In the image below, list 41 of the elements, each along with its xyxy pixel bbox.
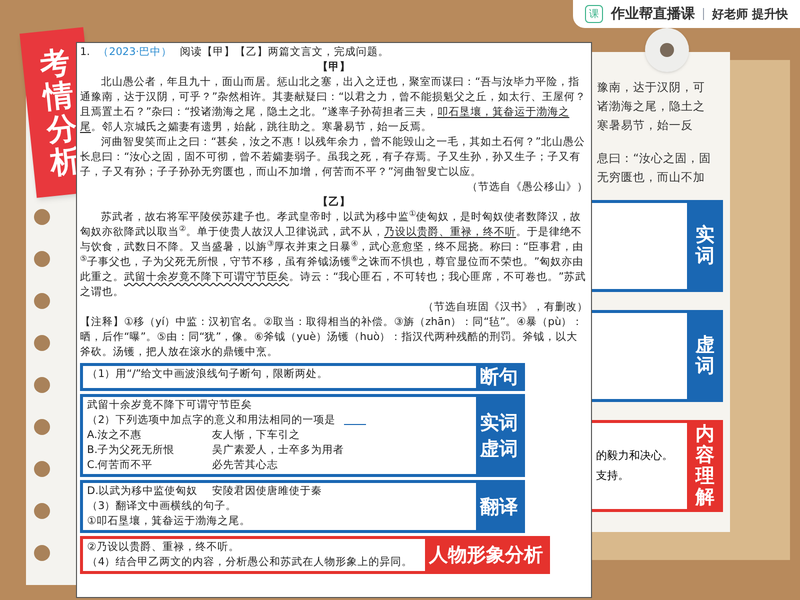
option-text: B.子为父死无所恨 (87, 443, 176, 458)
topic-tag: 实词 (687, 200, 723, 292)
slogan: 好老师 提升快 (712, 6, 788, 23)
question-line: （1）用“/”给文中画波浪线句子断句，限断两处。 (87, 367, 328, 382)
citation: （节选自班固《汉书》，有删改） (423, 300, 588, 315)
option-text: 友人惭，下车引之 (212, 428, 300, 443)
question-line: （4）结合甲乙两文的内容，分析愚公和苏武在人物形象上的异同。 (87, 555, 413, 570)
logo-mark: 课 (584, 5, 603, 23)
text-line: 的毅力和决心。 (596, 448, 674, 464)
topic-tag: 虚词 (687, 310, 723, 402)
text-line: 息曰：“汝心之固，固 (597, 150, 712, 167)
topic-tag: 实词 虚词 (476, 397, 522, 474)
passage-heading: 【乙】 (318, 195, 350, 210)
text-line: 支持。 (596, 468, 630, 484)
citation: （节选自《愚公移山》） (467, 180, 588, 195)
text-line: 寒暑易节，始一反 (597, 117, 694, 134)
question-line: （2）下列选项中加点字的意义和用法相同的一项是 (87, 413, 336, 428)
option-text: 吴广素爱人，士卒多为用者 (212, 443, 344, 458)
question-source: （2023·巴中） (98, 45, 172, 60)
option-text: A.汝之不惠 (87, 428, 142, 443)
question-line: （3）翻译文中画横线的句子。 (87, 499, 237, 514)
option-text: 必先苦其心志 (212, 458, 278, 473)
question-number: 1. (80, 45, 90, 60)
brand-name: 作业帮直播课 (610, 4, 695, 24)
option-text: 安陵君因使唐雎使于秦 (212, 484, 322, 499)
question-prompt: 阅读【甲】【乙】两篇文言文，完成问题。 (180, 45, 390, 60)
text-line: 豫南，达于汉阴，可 (597, 79, 706, 96)
option-text: C.何苦而不平 (87, 458, 154, 473)
topic-tag: 人物形象分析 (425, 539, 547, 571)
question-line: 武留十余岁竟不降下可谓守节臣矣 (87, 398, 252, 413)
passage-paragraph: 苏武者，故右将军平陵侯苏建子也。孝武皇帝时，以武为移中监$^{①}$使匈奴，是时匈奴使者数降汉，故匈奴亦欲降武以取当$^{②}$。单于使贵人故汉人卫律说武，武不从，乃设以贵爵、重禄，终不听。于是律绝不与饮食，武数日不降。又当盛暑，以旃$^{③}$厚衣并束之日暴$^{④}$，武心意愈坚，终不屈挠。称曰：“臣事君，由$^{⑤}$子事父也，子为父死无所恨，守节不移，虽有斧钺汤镬$^{⑥}$之诛而不惧也，尊官显位而不荣也。”匈奴亦由此重之。武留十余岁竟不降下可谓守节臣矣。诗云：“我心匪石，不可转也；我心匪席，不可卷也。”苏武之谓也。 (80, 210, 587, 300)
question-line: ②乃设以贵爵、重禄，终不听。 (87, 540, 240, 555)
topic-tag: 断句 (476, 366, 522, 388)
question-line: ①叩石垦壤，箕畚运于渤海之尾。 (87, 514, 250, 529)
text-line: 诸渤海之尾，隐土之 (597, 98, 706, 115)
topic-tag: 内容理解 (687, 420, 723, 512)
notes-paragraph: 【注释】①移（yí）中监：汉初官名。②取当：取得相当的补偿。③旃（zhān）：同“毡”。④暴（pù）：晒，后作“曝”。⑤由：同“犹”，像。⑥斧钺（yuè）汤镬（huò）：指汉代两种残酷的刑罚。斧钺，以大斧砍。汤镬，把人放在滚水的鼎镬中烹。 (80, 315, 584, 360)
text-line: 无穷匮也，而山不加 (597, 169, 706, 186)
passage-heading: 【甲】 (318, 60, 350, 75)
option-text: D.以武为移中监使匈奴 (87, 484, 198, 499)
topic-tag: 翻译 (476, 483, 522, 530)
